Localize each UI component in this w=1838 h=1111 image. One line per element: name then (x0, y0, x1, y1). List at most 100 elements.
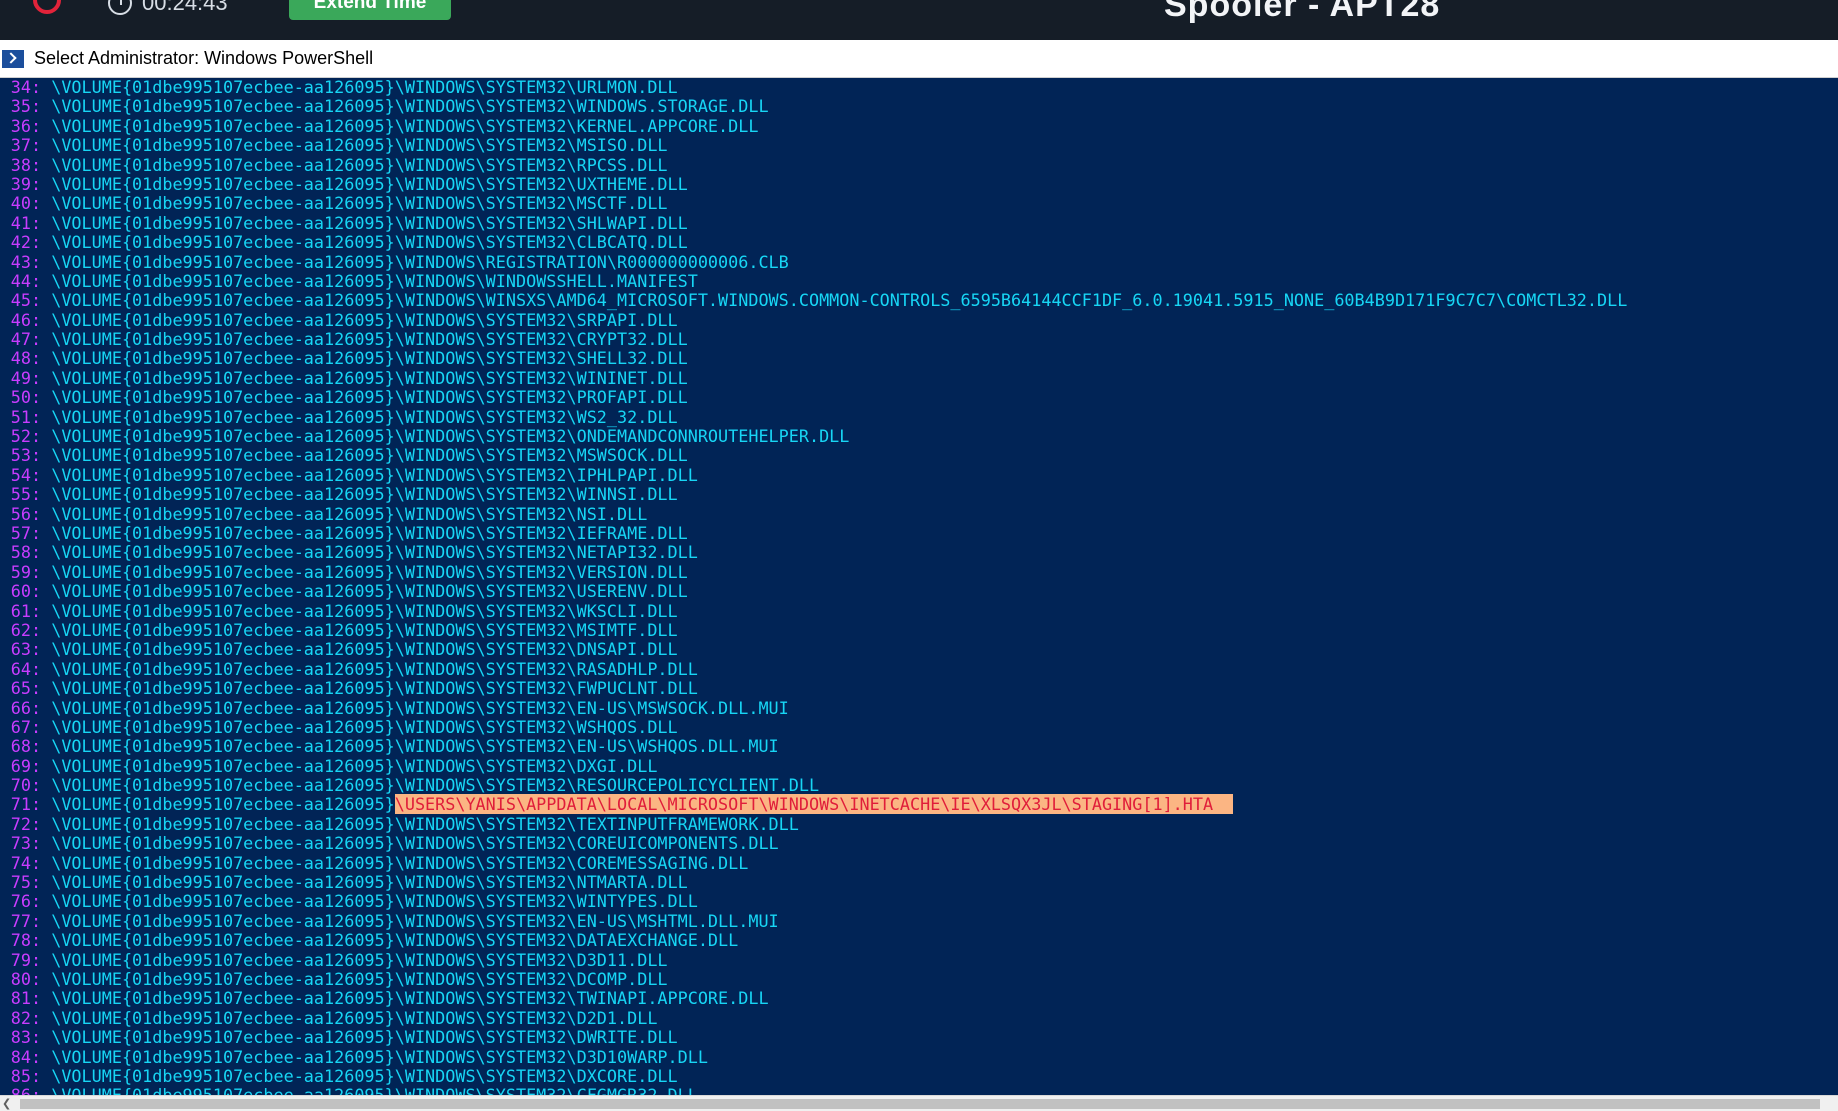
horizontal-scrollbar[interactable]: ❮ (0, 1095, 1838, 1111)
line-number: 68 (10, 736, 31, 757)
line-number: 73 (10, 833, 31, 854)
file-path: \WINDOWS\SYSTEM32\DWRITE.DLL (394, 1027, 678, 1048)
console-line: 67: \VOLUME{01dbe995107ecbee-aa126095}\W… (0, 716, 1838, 737)
line-separator: : (31, 813, 52, 834)
file-path: \WINDOWS\SYSTEM32\WININET.DLL (394, 367, 688, 388)
file-path: \WINDOWS\REGISTRATION\R000000000006.CLB (394, 251, 789, 272)
console-line: 81: \VOLUME{01dbe995107ecbee-aa126095}\W… (0, 988, 1838, 1009)
line-separator: : (31, 678, 52, 699)
console-line: 59: \VOLUME{01dbe995107ecbee-aa126095}\W… (0, 561, 1838, 582)
line-separator: : (31, 600, 52, 621)
file-path: \WINDOWS\SYSTEM32\PROFAPI.DLL (394, 387, 688, 408)
file-path: \WINDOWS\SYSTEM32\VERSION.DLL (394, 561, 688, 582)
window-title: Select Administrator: Windows PowerShell (34, 48, 374, 68)
line-number: 56 (10, 503, 31, 524)
console-line: 53: \VOLUME{01dbe995107ecbee-aa126095}\W… (0, 445, 1838, 466)
file-path: \WINDOWS\SYSTEM32\NSI.DLL (394, 503, 648, 524)
line-separator: : (31, 988, 52, 1009)
volume-prefix: \VOLUME{01dbe995107ecbee-aa126095} (51, 522, 395, 543)
line-number: 49 (10, 367, 31, 388)
line-number: 69 (10, 755, 31, 776)
line-separator: : (31, 464, 52, 485)
console-line: 52: \VOLUME{01dbe995107ecbee-aa126095}\W… (0, 426, 1838, 447)
line-number: 37 (10, 135, 31, 156)
line-number: 41 (10, 212, 31, 233)
line-number: 46 (10, 309, 31, 330)
line-separator: : (31, 173, 52, 194)
file-path: \WINDOWS\SYSTEM32\MSISO.DLL (394, 135, 668, 156)
volume-prefix: \VOLUME{01dbe995107ecbee-aa126095} (51, 619, 395, 640)
file-path: \WINDOWS\SYSTEM32\WKSCLI.DLL (394, 600, 678, 621)
volume-prefix: \VOLUME{01dbe995107ecbee-aa126095} (51, 135, 395, 156)
volume-prefix: \VOLUME{01dbe995107ecbee-aa126095} (51, 736, 395, 757)
file-path: \WINDOWS\SYSTEM32\MSWSOCK.DLL (394, 445, 688, 466)
file-path: \WINDOWS\SYSTEM32\RPCSS.DLL (394, 154, 668, 175)
line-number: 38 (10, 154, 31, 175)
line-number: 39 (10, 173, 31, 194)
line-separator: : (31, 794, 52, 815)
console-line: 56: \VOLUME{01dbe995107ecbee-aa126095}\W… (0, 503, 1838, 524)
line-number: 54 (10, 464, 31, 485)
file-path: \WINDOWS\SYSTEM32\WS2_32.DLL (394, 406, 678, 427)
line-separator: : (31, 910, 52, 931)
file-path: \WINDOWS\SYSTEM32\WINNSI.DLL (394, 484, 678, 505)
console-line: 83: \VOLUME{01dbe995107ecbee-aa126095}\W… (0, 1027, 1838, 1048)
volume-prefix: \VOLUME{01dbe995107ecbee-aa126095} (51, 251, 395, 272)
console-line: 75: \VOLUME{01dbe995107ecbee-aa126095}\W… (0, 872, 1838, 893)
console-line: 61: \VOLUME{01dbe995107ecbee-aa126095}\W… (0, 600, 1838, 621)
line-number: 47 (10, 329, 31, 350)
powershell-icon (2, 49, 24, 68)
line-number: 84 (10, 1046, 31, 1067)
file-path: \WINDOWS\SYSTEM32\EN-US\MSHTML.DLL.MUI (394, 910, 779, 931)
extend-time-button[interactable]: Extend Time (289, 0, 451, 20)
line-number: 48 (10, 348, 31, 369)
line-number: 51 (10, 406, 31, 427)
volume-prefix: \VOLUME{01dbe995107ecbee-aa126095} (51, 872, 395, 893)
volume-prefix: \VOLUME{01dbe995107ecbee-aa126095} (51, 1085, 395, 1095)
console-line: 37: \VOLUME{01dbe995107ecbee-aa126095}\W… (0, 135, 1838, 156)
line-separator: : (31, 348, 52, 369)
line-separator: : (31, 426, 52, 447)
line-number: 75 (10, 872, 31, 893)
volume-prefix: \VOLUME{01dbe995107ecbee-aa126095} (51, 329, 395, 350)
volume-prefix: \VOLUME{01dbe995107ecbee-aa126095} (51, 600, 395, 621)
volume-prefix: \VOLUME{01dbe995107ecbee-aa126095} (51, 581, 395, 602)
line-separator: : (31, 542, 52, 563)
line-separator: : (31, 833, 52, 854)
line-number: 66 (10, 697, 31, 718)
line-separator: : (31, 775, 52, 796)
stop-icon[interactable] (33, 0, 61, 14)
file-path: \WINDOWS\SYSTEM32\URLMON.DLL (394, 78, 678, 97)
line-number: 82 (10, 1007, 31, 1028)
console-line: 51: \VOLUME{01dbe995107ecbee-aa126095}\W… (0, 406, 1838, 427)
console-line: 77: \VOLUME{01dbe995107ecbee-aa126095}\W… (0, 910, 1838, 931)
line-number: 52 (10, 426, 31, 447)
file-path: \WINDOWS\SYSTEM32\DXCORE.DLL (394, 1065, 678, 1086)
line-separator: : (31, 1046, 52, 1067)
file-path: \WINDOWS\SYSTEM32\D3D11.DLL (394, 949, 668, 970)
line-number: 81 (10, 988, 31, 1009)
file-path: \WINDOWS\SYSTEM32\IPHLPAPI.DLL (394, 464, 698, 485)
chevron-left-icon[interactable]: ❮ (2, 1098, 16, 1110)
line-number: 72 (10, 813, 31, 834)
line-number: 57 (10, 522, 31, 543)
line-separator: : (31, 484, 52, 505)
window-title-bar[interactable]: Select Administrator: Windows PowerShell (0, 40, 1838, 78)
volume-prefix: \VOLUME{01dbe995107ecbee-aa126095} (51, 910, 395, 931)
powershell-console[interactable]: 34: \VOLUME{01dbe995107ecbee-aa126095}\W… (0, 78, 1838, 1095)
line-number: 42 (10, 232, 31, 253)
line-number: 76 (10, 891, 31, 912)
highlighted-file-path: \USERS\YANIS\APPDATA\LOCAL\MICROSOFT\WIN… (394, 794, 1234, 815)
clock-icon (108, 0, 132, 15)
line-separator: : (31, 736, 52, 757)
console-line: 69: \VOLUME{01dbe995107ecbee-aa126095}\W… (0, 755, 1838, 776)
volume-prefix: \VOLUME{01dbe995107ecbee-aa126095} (51, 445, 395, 466)
line-number: 74 (10, 852, 31, 873)
scrollbar-thumb[interactable] (20, 1099, 1820, 1109)
line-number: 83 (10, 1027, 31, 1048)
file-path: \WINDOWS\SYSTEM32\DNSAPI.DLL (394, 639, 678, 660)
file-path: \WINDOWS\SYSTEM32\ONDEMANDCONNROUTEHELPE… (394, 426, 850, 447)
file-path: \WINDOWS\SYSTEM32\CRYPT32.DLL (394, 329, 688, 350)
volume-prefix: \VOLUME{01dbe995107ecbee-aa126095} (51, 813, 395, 834)
volume-prefix: \VOLUME{01dbe995107ecbee-aa126095} (51, 716, 395, 737)
